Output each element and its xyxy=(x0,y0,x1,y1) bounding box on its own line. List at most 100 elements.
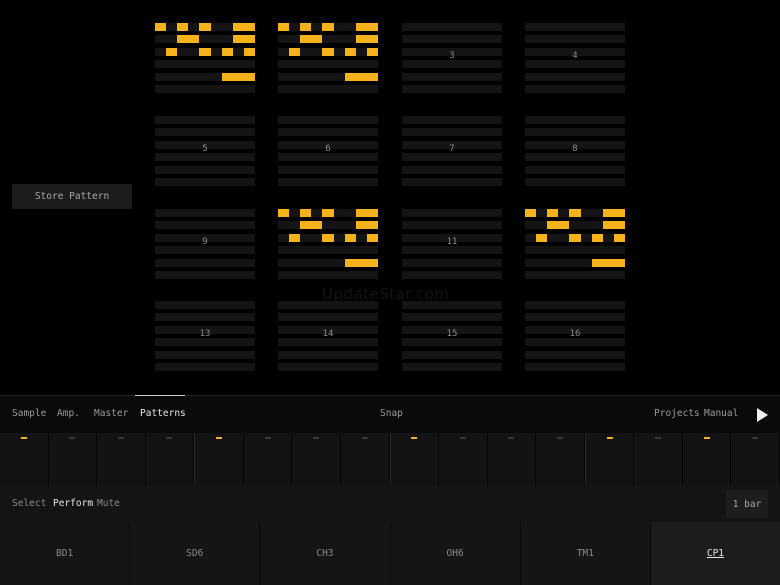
step-button[interactable] xyxy=(292,433,341,485)
pattern-cell xyxy=(278,85,289,93)
pattern-slot[interactable]: 15 xyxy=(402,301,502,371)
pattern-cell xyxy=(300,60,311,68)
pattern-row xyxy=(278,140,378,149)
pattern-cell xyxy=(232,35,244,44)
pattern-row xyxy=(155,233,255,242)
pattern-slot[interactable] xyxy=(278,209,378,279)
pattern-slot[interactable]: 13 xyxy=(155,301,255,371)
pattern-row xyxy=(278,72,378,81)
pattern-cell xyxy=(334,60,345,68)
pattern-slot[interactable] xyxy=(278,23,378,93)
pattern-length-button[interactable]: 1 bar xyxy=(726,490,768,518)
step-button[interactable] xyxy=(683,433,732,485)
step-button[interactable] xyxy=(536,433,585,485)
pattern-slot[interactable]: 14 xyxy=(278,301,378,371)
step-button[interactable] xyxy=(731,433,780,485)
pattern-slot[interactable]: 8 xyxy=(525,116,625,186)
pattern-row xyxy=(525,362,625,371)
pattern-cell xyxy=(558,221,570,230)
mode-perform[interactable]: Perform xyxy=(53,498,93,509)
pattern-cell xyxy=(211,48,222,56)
pattern-row xyxy=(155,84,255,93)
pattern-slot[interactable]: 4 xyxy=(525,23,625,93)
projects-button[interactable]: Projects xyxy=(654,408,700,419)
manual-button[interactable]: Manual xyxy=(704,408,738,419)
step-button[interactable] xyxy=(584,433,635,485)
pattern-cell xyxy=(278,48,289,56)
tab-sample[interactable]: Sample xyxy=(12,408,46,419)
pattern-row xyxy=(155,270,255,279)
pattern-cell xyxy=(613,233,625,242)
pattern-row xyxy=(402,60,502,69)
pattern-cell xyxy=(536,259,547,267)
pattern-row xyxy=(278,338,378,347)
track-button[interactable]: CH3 xyxy=(259,522,389,585)
pattern-slot[interactable] xyxy=(525,209,625,279)
pattern-row xyxy=(278,153,378,162)
pattern-cell xyxy=(322,221,333,229)
pattern-cell xyxy=(334,234,345,242)
step-button[interactable] xyxy=(341,433,390,485)
pattern-slot[interactable]: 9 xyxy=(155,209,255,279)
pattern-row xyxy=(155,72,255,81)
pattern-row xyxy=(402,313,502,322)
step-sequencer xyxy=(0,433,780,485)
pattern-cell xyxy=(355,258,367,267)
track-button[interactable]: SD6 xyxy=(129,522,259,585)
pattern-cell xyxy=(166,23,177,31)
pattern-row xyxy=(402,116,502,124)
pattern-cell xyxy=(199,47,211,56)
step-button[interactable] xyxy=(49,433,98,485)
pattern-cell xyxy=(581,209,592,217)
step-button[interactable] xyxy=(439,433,488,485)
pattern-cell xyxy=(345,221,356,229)
snap-button[interactable]: Snap xyxy=(380,408,403,419)
pattern-row xyxy=(525,233,625,242)
play-icon[interactable] xyxy=(756,408,768,422)
pattern-cell xyxy=(199,60,210,68)
step-button[interactable] xyxy=(0,433,49,485)
pattern-cell xyxy=(311,271,322,279)
pattern-slot[interactable]: 16 xyxy=(525,301,625,371)
step-button[interactable] xyxy=(634,433,683,485)
pattern-slot[interactable] xyxy=(155,23,255,93)
step-button[interactable] xyxy=(389,433,440,485)
pattern-cell xyxy=(199,73,210,81)
pattern-slot[interactable]: 3 xyxy=(402,23,502,93)
pattern-cell xyxy=(300,48,311,56)
pattern-row xyxy=(278,221,378,230)
pattern-row xyxy=(525,72,625,81)
pattern-row xyxy=(155,325,255,334)
pattern-cell xyxy=(155,73,166,81)
pattern-slot[interactable]: 7 xyxy=(402,116,502,186)
pattern-row xyxy=(402,209,502,217)
step-button[interactable] xyxy=(97,433,146,485)
pattern-cell xyxy=(278,234,289,242)
step-button[interactable] xyxy=(194,433,244,485)
pattern-cell xyxy=(614,271,625,279)
pattern-cell xyxy=(355,35,367,44)
step-button[interactable] xyxy=(244,433,293,485)
pattern-cell xyxy=(300,209,312,217)
mode-select[interactable]: Select xyxy=(12,498,46,509)
pattern-cell xyxy=(334,48,345,56)
track-button[interactable]: TM1 xyxy=(519,522,650,585)
step-button[interactable] xyxy=(488,433,537,485)
tab-patterns[interactable]: Patterns xyxy=(140,408,186,419)
mode-mute[interactable]: Mute xyxy=(97,498,120,509)
pattern-slot[interactable]: 6 xyxy=(278,116,378,186)
pattern-cell xyxy=(366,23,378,31)
track-button[interactable]: BD1 xyxy=(0,522,129,585)
pattern-row xyxy=(525,350,625,359)
pattern-slot[interactable]: 5 xyxy=(155,116,255,186)
store-pattern-button[interactable]: Store Pattern xyxy=(12,184,132,209)
pattern-row xyxy=(278,270,378,279)
track-button[interactable]: OH6 xyxy=(389,522,520,585)
step-button[interactable] xyxy=(146,433,195,485)
pattern-cell xyxy=(558,271,569,279)
pattern-slot[interactable]: 11 xyxy=(402,209,502,279)
tab-master[interactable]: Master xyxy=(94,408,128,419)
track-button[interactable]: CP1 xyxy=(649,522,780,585)
pattern-row xyxy=(402,325,502,334)
tab-amp[interactable]: Amp. xyxy=(57,408,80,419)
